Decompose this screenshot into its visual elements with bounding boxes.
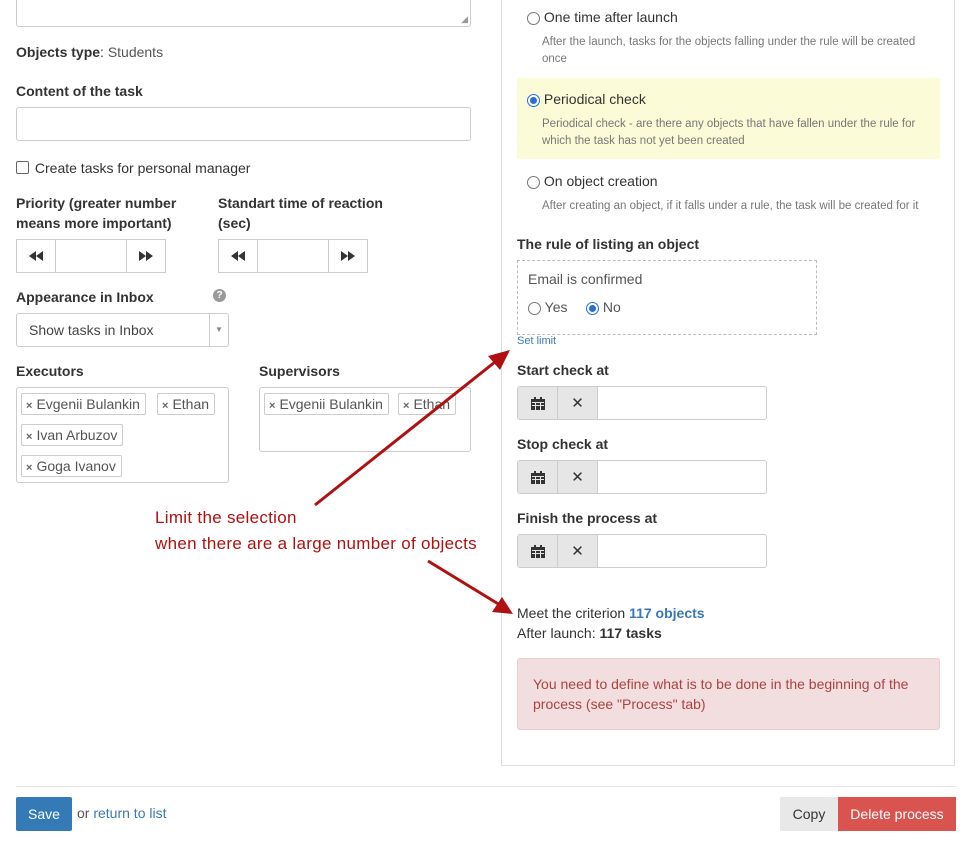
return-row: or return to list [77,805,167,821]
option-periodical[interactable]: Periodical check [527,91,646,107]
copy-button[interactable]: Copy [780,797,838,831]
resize-handle-icon[interactable]: ◢ [461,14,468,25]
increase-icon[interactable] [127,240,165,272]
content-label: Content of the task [16,83,143,99]
chevron-down-icon[interactable]: ▼ [209,314,228,346]
decrease-icon[interactable] [219,240,257,272]
option-label: On object creation [543,173,658,189]
priority-input[interactable] [55,240,127,272]
personal-manager-checkbox-row[interactable]: Create tasks for personal manager [16,159,250,177]
stop-check-label: Stop check at [517,436,609,452]
clear-icon[interactable]: ✕ [558,461,598,493]
rule-yes[interactable]: Yes [528,299,567,315]
option-label: Periodical check [543,91,646,107]
priority-label: Priority (greater number means more impo… [16,195,177,231]
description-textarea[interactable]: ◢ [16,0,471,27]
radio-button[interactable] [527,175,540,189]
criterion-summary: Meet the criterion 117 objects After lau… [517,605,705,641]
rule-condition: Email is confirmed [528,271,643,287]
warning-alert: You need to define what is to be done in… [517,658,940,730]
remove-icon[interactable]: × [26,431,32,443]
arrow-line [427,559,501,607]
remove-icon[interactable]: × [26,400,32,412]
finish-field[interactable]: ✕ [517,534,767,568]
decrease-icon[interactable] [17,240,55,272]
executor-tag[interactable]: × Evgenii Bulankin [21,393,146,415]
remove-icon[interactable]: × [26,462,32,474]
option-on-creation[interactable]: On object creation [527,173,658,189]
calendar-icon[interactable] [518,461,558,493]
option-description: After the launch, tasks for the objects … [542,36,916,65]
supervisor-tag[interactable]: × Evgenii Bulankin [264,393,389,415]
executor-tag[interactable]: × Goga Ivanov [21,455,122,477]
increase-icon[interactable] [329,240,367,272]
help-icon[interactable]: ? [213,289,226,302]
footer-divider [16,786,956,787]
start-check-label: Start check at [517,362,609,378]
rule-label: The rule of listing an object [517,236,700,252]
executor-tag[interactable]: × Ivan Arbuzov [21,424,124,446]
radio-button[interactable] [528,301,541,315]
calendar-icon[interactable] [518,387,558,419]
remove-icon[interactable]: × [269,400,275,412]
calendar-icon[interactable] [518,535,558,567]
clear-icon[interactable]: ✕ [558,535,598,567]
option-description: After creating an object, if it falls un… [542,200,919,212]
inbox-label: Appearance in Inbox [16,289,154,305]
content-input[interactable] [16,107,471,141]
stop-check-field[interactable]: ✕ [517,460,767,494]
reaction-input[interactable] [257,240,329,272]
annotation-text: Limit the selection when there are a lar… [155,508,477,553]
radio-button-selected[interactable] [586,301,599,315]
option-label: One time after launch [543,9,678,25]
supervisors-label: Supervisors [259,363,340,379]
clear-icon[interactable]: ✕ [558,387,598,419]
objects-type-value: Students [107,44,164,60]
start-check-field[interactable]: ✕ [517,386,767,420]
rule-no[interactable]: No [586,299,621,315]
remove-icon[interactable]: × [162,400,168,412]
reaction-label: Standart time of reaction (sec) [218,195,383,231]
inbox-selected-value: Show tasks in Inbox [29,322,154,338]
reaction-stepper[interactable] [218,239,368,273]
tasks-count: 117 tasks [599,625,662,641]
remove-icon[interactable]: × [403,400,409,412]
priority-stepper[interactable] [16,239,166,273]
checkbox[interactable] [16,161,29,174]
option-description: Periodical check - are there any objects… [542,118,916,147]
objects-count-link[interactable]: 117 objects [629,605,705,621]
radio-button-selected[interactable] [527,93,540,107]
executor-tag[interactable]: × Ethan [157,393,216,415]
personal-manager-label: Create tasks for personal manager [34,160,251,176]
objects-type-label: Objects type [16,44,101,60]
save-button[interactable]: Save [16,797,72,831]
radio-button[interactable] [527,11,540,25]
inbox-select[interactable]: Show tasks in Inbox ▼ [16,313,229,347]
objects-type: Objects type: Students [16,44,164,60]
finish-label: Finish the process at [517,510,658,526]
set-limit-link[interactable]: Set limit [517,335,556,347]
supervisor-tag[interactable]: × Ethan [398,393,457,415]
return-to-list-link[interactable]: return to list [93,805,166,821]
option-one-time[interactable]: One time after launch [527,9,678,25]
executors-label: Executors [16,363,84,379]
delete-process-button[interactable]: Delete process [838,797,956,831]
